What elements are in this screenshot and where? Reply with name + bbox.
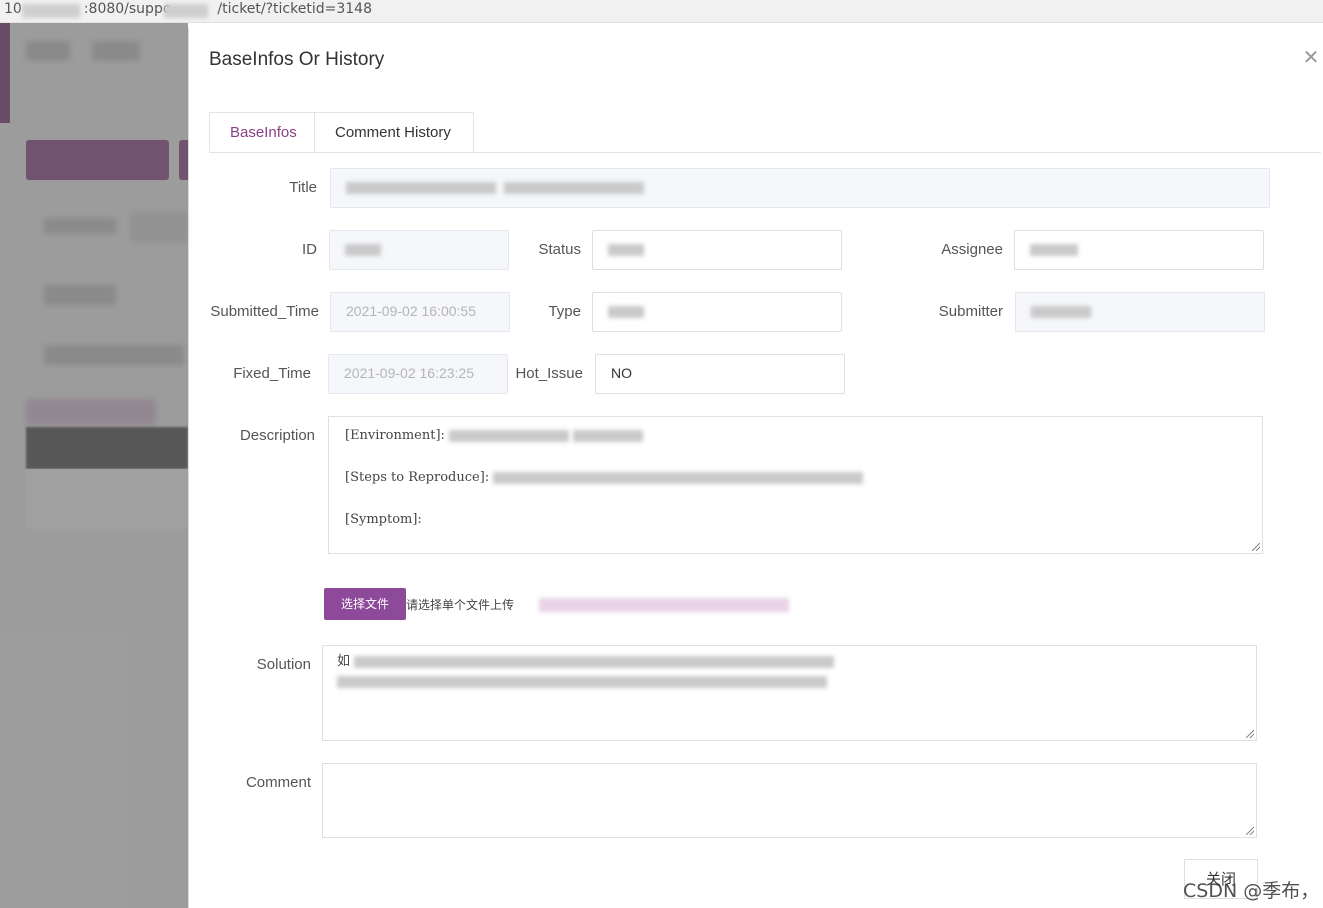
redacted-file-name [539,598,789,612]
url-prefix: 10 [4,1,22,17]
hot-issue-select[interactable]: NO [595,354,845,394]
submitted-time-field: 2021-09-02 16:00:55 [330,292,510,332]
description-line: [Environment]: [345,425,1246,446]
description-textarea[interactable]: [Environment]: [Steps to Reproduce]: [Sy… [328,416,1263,554]
resize-handle[interactable] [1246,730,1254,738]
description-label: Description [239,427,315,444]
fixed-time-label: Fixed_Time [233,365,311,382]
submitter-label: Submitter [938,303,1003,320]
url-port-path: :8080/suppo [83,1,172,17]
solution-text: 如 [337,654,351,669]
upload-hint: 请选择单个文件上传 [406,598,515,612]
dialog-title: BaseInfos Or History [209,49,385,70]
redacted-url-path [164,4,208,18]
submitter-field [1015,292,1265,332]
background-page [0,23,188,908]
ticket-dialog: BaseInfos Or History ✕ BaseInfos Comment… [188,28,1323,908]
resize-handle[interactable] [1246,827,1254,835]
description-line: [Symptom]: [345,512,422,527]
url-ticket-path: /ticket/?ticketid=3148 [217,1,372,17]
fixed-time-field: 2021-09-02 16:23:25 [328,354,508,394]
resize-handle[interactable] [1252,543,1260,551]
address-bar[interactable]: 10 :8080/suppo/ticket/?ticketid=3148 [0,0,1323,23]
status-field[interactable] [592,230,842,270]
tab-baseinfos[interactable]: BaseInfos [209,112,315,152]
choose-file-button[interactable]: 选择文件 [324,588,406,620]
tab-bar: BaseInfos Comment History [209,112,1321,153]
tab-comment-history[interactable]: Comment History [314,112,474,152]
id-field [329,230,509,270]
type-label: Type [548,303,581,320]
hot-issue-label: Hot_Issue [515,365,583,382]
comment-label: Comment [245,774,311,791]
solution-textarea[interactable]: 如 [322,645,1257,741]
title-field [330,168,1270,208]
comment-textarea[interactable] [322,763,1257,838]
status-label: Status [538,241,581,258]
submitted-time-label: Submitted_Time [210,303,319,320]
solution-label: Solution [256,656,311,673]
title-label: Title [289,179,317,196]
assignee-field[interactable] [1014,230,1264,270]
id-label: ID [302,241,317,258]
description-line: [Steps to Reproduce]: [345,467,1246,488]
assignee-label: Assignee [941,241,1003,258]
type-field[interactable] [592,292,842,332]
close-icon[interactable]: ✕ [1301,48,1321,68]
watermark: CSDN @季布， [1183,880,1320,902]
redacted-url-host [22,4,80,18]
